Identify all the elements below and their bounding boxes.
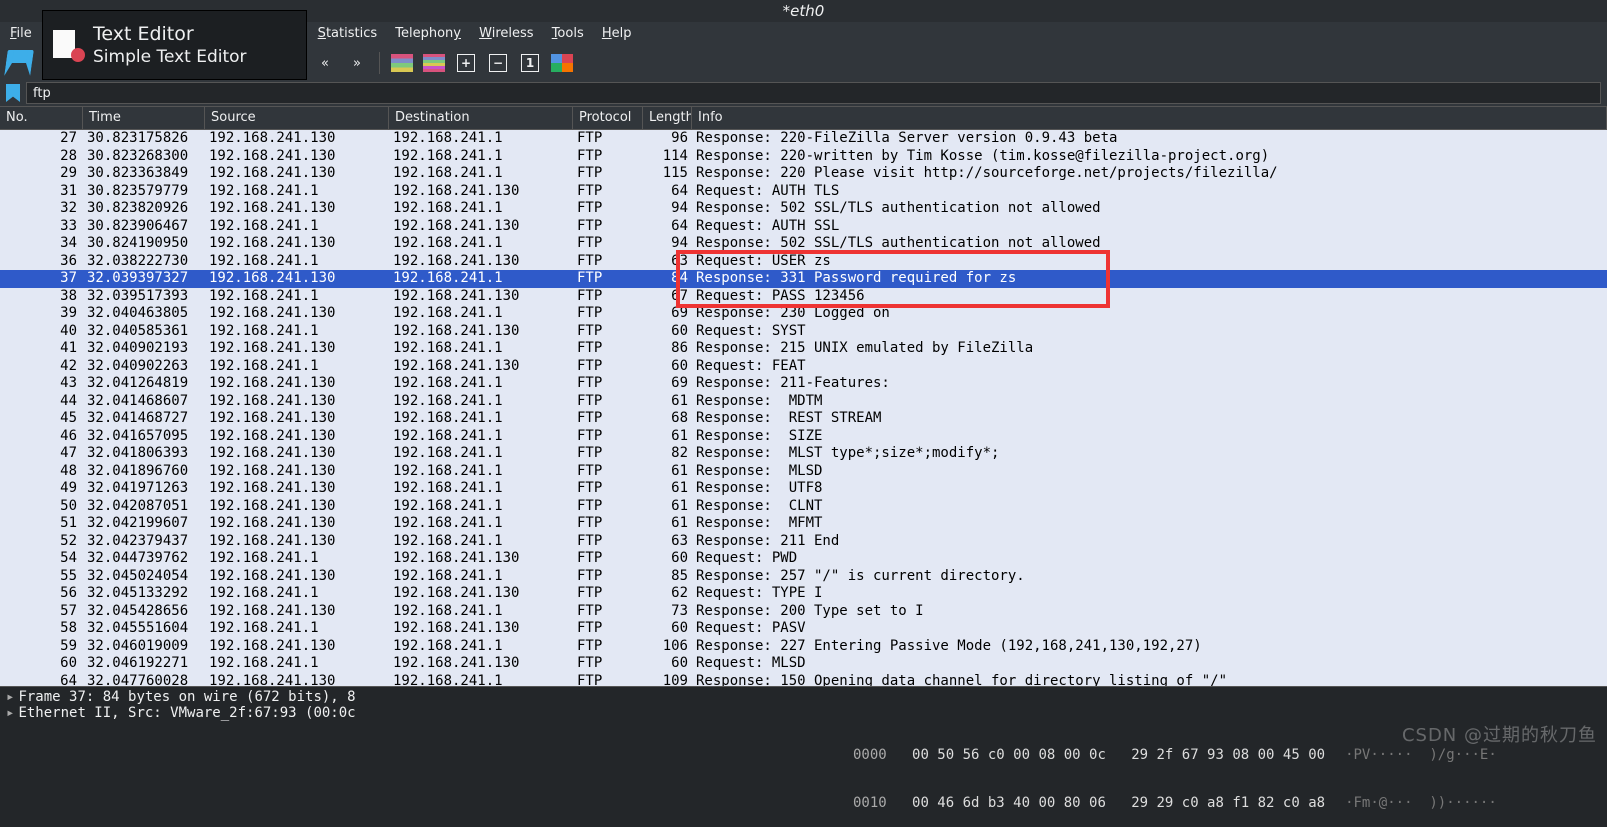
tooltip-title: Text Editor (93, 23, 247, 45)
menu-tools[interactable]: Tools (552, 26, 584, 41)
packet-row[interactable]: 3732.039397327192.168.241.130192.168.241… (0, 270, 1607, 288)
bookmark-icon[interactable] (6, 84, 20, 102)
resize-columns-icon[interactable] (549, 50, 575, 76)
taskbar-tooltip: Text Editor Simple Text Editor (42, 10, 307, 80)
packet-row[interactable]: 5132.042199607192.168.241.130192.168.241… (0, 515, 1607, 533)
packet-row[interactable]: 2830.823268300192.168.241.130192.168.241… (0, 148, 1607, 166)
packet-row[interactable]: 3832.039517393192.168.241.1192.168.241.1… (0, 288, 1607, 306)
col-length[interactable]: Length (643, 107, 692, 129)
col-dest[interactable]: Destination (389, 107, 573, 129)
packet-row[interactable]: 4932.041971263192.168.241.130192.168.241… (0, 480, 1607, 498)
packet-row[interactable]: 4432.041468607192.168.241.130192.168.241… (0, 393, 1607, 411)
packet-row[interactable]: 5232.042379437192.168.241.130192.168.241… (0, 533, 1607, 551)
packet-list[interactable]: 2730.823175826192.168.241.130192.168.241… (0, 130, 1607, 686)
packet-row[interactable]: 6032.046192271192.168.241.1192.168.241.1… (0, 655, 1607, 673)
packet-row[interactable]: 5432.044739762192.168.241.1192.168.241.1… (0, 550, 1607, 568)
packet-row[interactable]: 6432.047760028192.168.241.130192.168.241… (0, 673, 1607, 687)
colorize-icon[interactable] (389, 50, 415, 76)
tooltip-subtitle: Simple Text Editor (93, 47, 247, 67)
packet-list-header: No. Time Source Destination Protocol Len… (0, 106, 1607, 130)
packet-row[interactable]: 5632.045133292192.168.241.1192.168.241.1… (0, 585, 1607, 603)
menu-telephony[interactable]: Telephony (395, 26, 461, 41)
packet-row[interactable]: 3130.823579779192.168.241.1192.168.241.1… (0, 183, 1607, 201)
zoom-out-icon[interactable]: − (485, 50, 511, 76)
packet-row[interactable]: 4132.040902193192.168.241.130192.168.241… (0, 340, 1607, 358)
packet-row[interactable]: 4232.040902263192.168.241.1192.168.241.1… (0, 358, 1607, 376)
packet-row[interactable]: 2930.823363849192.168.241.130192.168.241… (0, 165, 1607, 183)
menu-statistics[interactable]: Statistics (318, 26, 377, 41)
packet-row[interactable]: 3330.823906467192.168.241.1192.168.241.1… (0, 218, 1607, 236)
col-time[interactable]: Time (83, 107, 205, 129)
display-filter-bar (0, 80, 1607, 106)
col-source[interactable]: Source (205, 107, 389, 129)
toolbar-separator (379, 52, 380, 74)
packet-row[interactable]: 4532.041468727192.168.241.130192.168.241… (0, 410, 1607, 428)
col-info[interactable]: Info (692, 107, 1607, 129)
packet-row[interactable]: 3430.824190950192.168.241.130192.168.241… (0, 235, 1607, 253)
packet-row[interactable]: 3632.038222730192.168.241.1192.168.241.1… (0, 253, 1607, 271)
packet-row[interactable]: 3932.040463805192.168.241.130192.168.241… (0, 305, 1607, 323)
wireshark-logo-icon (4, 50, 34, 76)
col-no[interactable]: No. (0, 107, 83, 129)
col-proto[interactable]: Protocol (573, 107, 643, 129)
packet-row[interactable]: 5732.045428656192.168.241.130192.168.241… (0, 603, 1607, 621)
menu-file[interactable]: File (10, 26, 32, 41)
detail-ethernet[interactable]: Ethernet II, Src: VMware_2f:67:93 (00:0c (18, 705, 355, 721)
packet-row[interactable]: 5832.045551604192.168.241.1192.168.241.1… (0, 620, 1607, 638)
packet-row[interactable]: 4732.041806393192.168.241.130192.168.241… (0, 445, 1607, 463)
go-first-icon[interactable]: « (312, 50, 338, 76)
go-last-icon[interactable]: » (344, 50, 370, 76)
menu-wireless[interactable]: Wireless (479, 26, 533, 41)
packet-row[interactable]: 4032.040585361192.168.241.1192.168.241.1… (0, 323, 1607, 341)
text-editor-icon (53, 30, 83, 60)
zoom-reset-icon[interactable]: 1 (517, 50, 543, 76)
packet-row[interactable]: 4332.041264819192.168.241.130192.168.241… (0, 375, 1607, 393)
packet-row[interactable]: 3230.823820926192.168.241.130192.168.241… (0, 200, 1607, 218)
packet-row[interactable]: 4632.041657095192.168.241.130192.168.241… (0, 428, 1607, 446)
packet-row[interactable]: 2730.823175826192.168.241.130192.168.241… (0, 130, 1607, 148)
menu-help[interactable]: Help (602, 26, 632, 41)
zoom-in-icon[interactable]: + (453, 50, 479, 76)
display-filter-input[interactable] (26, 82, 1601, 104)
detail-frame[interactable]: Frame 37: 84 bytes on wire (672 bits), 8 (18, 689, 355, 705)
packet-row[interactable]: 5532.045024054192.168.241.130192.168.241… (0, 568, 1607, 586)
packet-row[interactable]: 5932.046019009192.168.241.130192.168.241… (0, 638, 1607, 656)
watermark-text: CSDN @过期的秋刀鱼 (1402, 721, 1597, 747)
auto-scroll-icon[interactable] (421, 50, 447, 76)
packet-row[interactable]: 5032.042087051192.168.241.130192.168.241… (0, 498, 1607, 516)
packet-row[interactable]: 4832.041896760192.168.241.130192.168.241… (0, 463, 1607, 481)
